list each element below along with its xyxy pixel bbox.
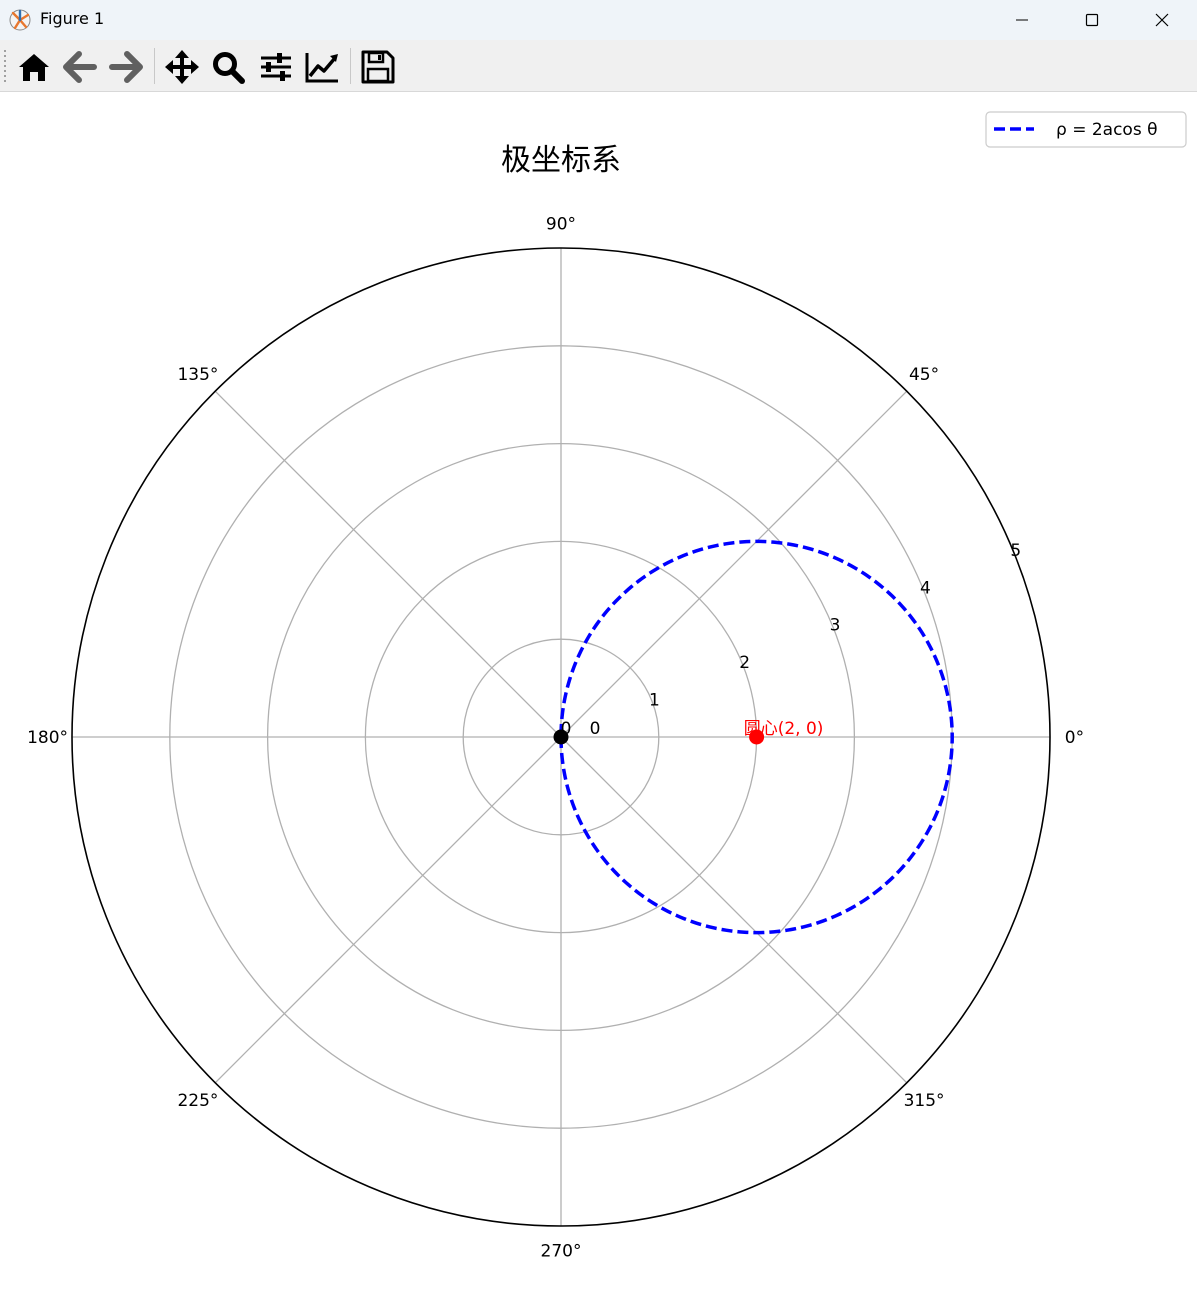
back-button[interactable]	[62, 50, 98, 84]
marked-points: 0 圆心(2, 0)	[553, 719, 824, 745]
r-tick-label-4: 4	[920, 578, 931, 598]
edit-axis-button[interactable]	[304, 50, 340, 84]
figure-canvas[interactable]: 极坐标系 0° 45° 90° 135° 180° 225° 270° 315° 0 圆心(2,…	[0, 92, 1197, 1289]
theta-gridline-315	[560, 736, 908, 1084]
zoom-button[interactable]	[210, 50, 246, 84]
chart-title: 极坐标系	[501, 143, 621, 178]
theta-tick-label-270: 270°	[541, 1241, 582, 1261]
theta-gridline-225	[214, 736, 562, 1084]
radial-tick-labels: 1 2 3 4 5 0	[561, 541, 1022, 739]
maximize-icon	[1085, 13, 1099, 27]
app-icon	[8, 8, 32, 32]
polar-plot: 极坐标系 0° 45° 90° 135° 180° 225° 270° 315° 0 圆心(2,…	[27, 111, 1187, 1261]
theta-tick-label-0: 0°	[1065, 728, 1084, 748]
minimize-icon	[1016, 19, 1028, 21]
theta-tick-label-315: 315°	[904, 1091, 945, 1111]
point-label-1: 圆心(2, 0)	[744, 719, 824, 739]
legend-label: ρ = 2acos θ	[1056, 120, 1158, 140]
theta-tick-label-135: 135°	[177, 365, 218, 385]
window-title: Figure 1	[40, 9, 105, 28]
r-tick-label-1: 1	[649, 691, 660, 711]
r-tick-label-0: 0	[561, 719, 572, 739]
magnifier-icon	[213, 52, 245, 84]
forward-button[interactable]	[108, 50, 144, 84]
toolbar-separator	[154, 48, 155, 84]
arrow-right-icon	[109, 51, 143, 83]
home-icon	[19, 54, 49, 81]
toolbar-grip	[4, 50, 6, 82]
legend[interactable]: ρ = 2acos θ	[985, 111, 1187, 148]
theta-gridline-135	[214, 390, 562, 738]
toolbar-separator	[350, 48, 351, 84]
floppy-disk-icon	[361, 50, 395, 84]
line-chart-icon	[305, 53, 338, 83]
configure-subplots-button[interactable]	[258, 50, 294, 84]
pan-button[interactable]	[164, 50, 200, 84]
theta-tick-label-45: 45°	[909, 365, 939, 385]
navigation-toolbar	[0, 40, 1197, 92]
maximize-button[interactable]	[1057, 0, 1127, 40]
r-tick-label-5: 5	[1010, 541, 1021, 561]
move-icon	[165, 50, 199, 84]
close-icon	[1155, 13, 1169, 27]
arrow-left-icon	[63, 51, 97, 83]
theta-tick-label-180: 180°	[27, 728, 68, 748]
point-label-0: 0	[590, 719, 601, 739]
theta-gridline-45	[560, 390, 908, 738]
close-button[interactable]	[1127, 0, 1197, 40]
home-button[interactable]	[16, 50, 52, 84]
sliders-icon	[261, 53, 291, 81]
r-tick-label-3: 3	[830, 616, 841, 636]
theta-tick-label-225: 225°	[177, 1091, 218, 1111]
save-button[interactable]	[360, 50, 396, 84]
title-bar: Figure 1	[0, 0, 1197, 40]
theta-tick-label-90: 90°	[546, 215, 576, 235]
r-tick-label-2: 2	[739, 653, 750, 673]
minimize-button[interactable]	[987, 0, 1057, 40]
